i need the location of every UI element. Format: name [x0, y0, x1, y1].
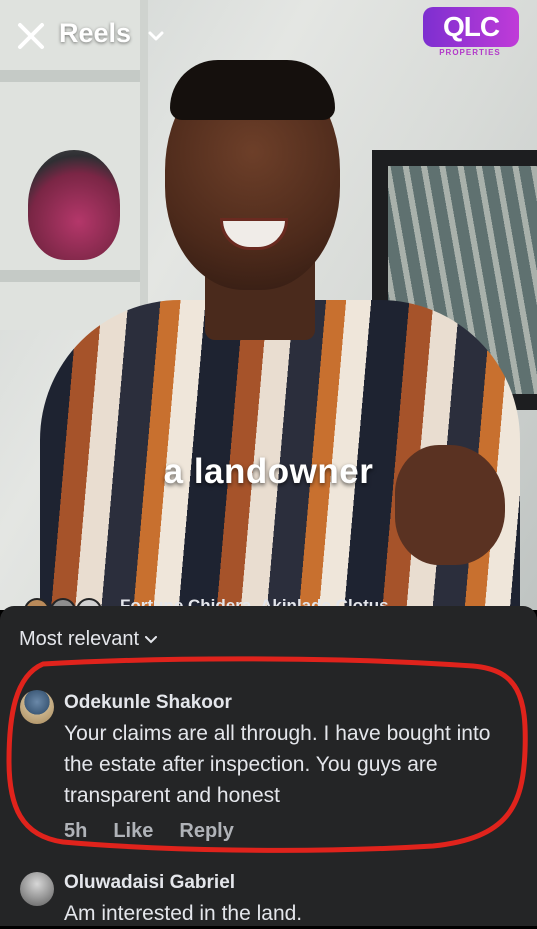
- video-caption: a landowner: [163, 452, 374, 491]
- comment-text: Am interested in the land.: [64, 902, 303, 925]
- avatar[interactable]: [20, 872, 54, 906]
- logo-subtitle: PROPERTIES: [439, 48, 501, 57]
- reels-title[interactable]: Reels: [59, 18, 131, 49]
- comment-author[interactable]: Oluwadaisi Gabriel: [64, 872, 235, 894]
- top-bar: Reels QLC PROPERTIES: [0, 0, 537, 70]
- reel-video[interactable]: a landowner: [0, 0, 537, 610]
- chevron-down-icon: [145, 635, 158, 644]
- chevron-down-icon[interactable]: [148, 30, 164, 42]
- brand-logo: QLC PROPERTIES: [417, 5, 523, 59]
- decor-vase: [28, 150, 120, 260]
- shelf-board: [0, 70, 140, 82]
- logo-mark: QLC: [442, 11, 500, 42]
- filter-label: Most relevant: [19, 628, 140, 650]
- comment-filter-dropdown[interactable]: Most relevant: [19, 628, 158, 651]
- red-annotation-circle: [6, 656, 528, 853]
- shelf-board: [0, 270, 140, 282]
- close-icon[interactable]: [17, 22, 45, 50]
